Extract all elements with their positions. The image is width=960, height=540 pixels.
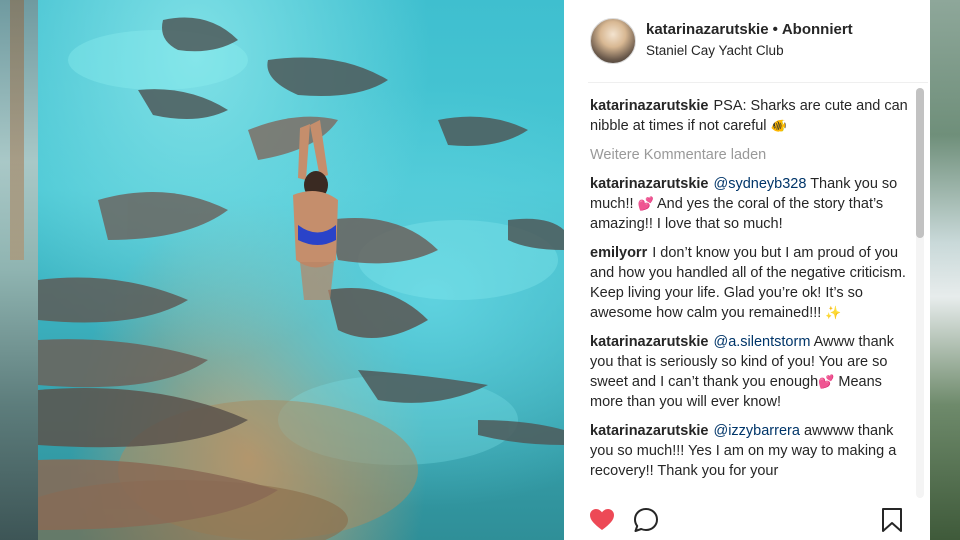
follow-status[interactable]: Abonniert (782, 21, 853, 38)
background-right-strip (930, 0, 960, 540)
header-username[interactable]: katarinazarutskie (646, 21, 769, 38)
post-sidebar: katarinazarutskie • Abonniert Staniel Cay … (564, 0, 930, 540)
sparkles-emoji: ✨ (825, 305, 842, 320)
sharks-scene (38, 17, 564, 540)
location-link[interactable]: Staniel Cay Yacht Club (646, 43, 784, 58)
post-header: katarinazarutskie • Abonniert Staniel Cay … (564, 0, 930, 82)
load-more-comments-button[interactable]: Weitere Kommentare laden (590, 145, 912, 165)
comment-button[interactable] (632, 506, 660, 534)
fish-emoji: 🐠 (770, 118, 787, 133)
comment-username[interactable]: katarinazarutskie (590, 423, 708, 439)
background-left-strip (0, 0, 38, 540)
header-divider (588, 82, 928, 83)
scrollbar-thumb[interactable] (916, 88, 924, 238)
comment-mention[interactable]: @a.silentstorm (713, 334, 810, 350)
hearts-emoji: 💕 (818, 374, 835, 389)
header-username-line: katarinazarutskie • Abonniert (646, 21, 853, 38)
comments-scrollbar[interactable] (916, 88, 924, 498)
post-photo[interactable] (38, 0, 564, 540)
action-bar (564, 498, 930, 540)
caption: katarinazarutskie PSA: Sharks are cute an… (590, 96, 912, 136)
comment-bubble-icon (634, 508, 658, 532)
comment-username[interactable]: katarinazarutskie (590, 176, 708, 192)
list-item: katarinazarutskie @a.silentstorm Awww tha… (590, 332, 912, 412)
swimmer-figure (293, 120, 338, 300)
heart-icon (590, 509, 614, 530)
list-item: katarinazarutskie @izzybarrera awwww than… (590, 421, 912, 481)
like-button[interactable] (588, 506, 616, 534)
save-button[interactable] (878, 506, 906, 534)
comment-mention[interactable]: @izzybarrera (713, 423, 799, 439)
separator-dot: • (772, 21, 778, 38)
avatar[interactable] (590, 18, 636, 64)
comment-username[interactable]: katarinazarutskie (590, 334, 708, 350)
comment-text: And yes the coral of the story that’s am… (590, 196, 884, 232)
comment-username[interactable]: emilyorr (590, 245, 647, 261)
list-item: katarinazarutskie @sydneyb328 Thank you s… (590, 174, 912, 234)
bookmark-icon (882, 508, 902, 532)
hearts-emoji: 💕 (637, 196, 654, 211)
list-item: emilyorr I don’t know you but I am proud … (590, 243, 912, 323)
comments-list: katarinazarutskie PSA: Sharks are cute an… (590, 96, 912, 496)
comment-mention[interactable]: @sydneyb328 (713, 176, 806, 192)
caption-username[interactable]: katarinazarutskie (590, 98, 708, 114)
